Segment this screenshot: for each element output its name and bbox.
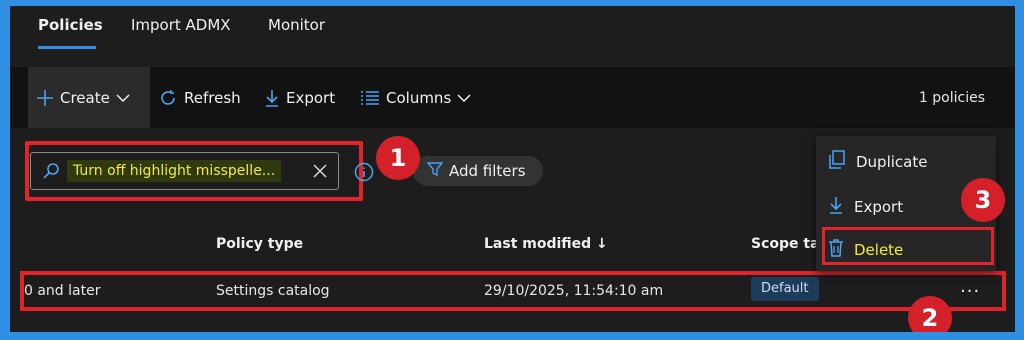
command-toolbar: Create Refresh Export Columns 1 policies bbox=[10, 67, 1015, 128]
add-filters-label: Add filters bbox=[449, 162, 526, 180]
close-icon[interactable] bbox=[312, 163, 328, 183]
annotation-box-row bbox=[20, 271, 1006, 311]
menu-item-label: Export bbox=[854, 198, 904, 216]
step-marker-2: 2 bbox=[908, 296, 952, 332]
download-icon bbox=[828, 195, 844, 219]
duplicate-icon bbox=[828, 150, 846, 174]
refresh-icon bbox=[158, 88, 178, 108]
search-icon bbox=[42, 162, 60, 184]
step-marker-1: 1 bbox=[376, 136, 420, 180]
column-header-last-modified[interactable]: Last modified ↓ bbox=[484, 236, 608, 252]
add-filters-button[interactable]: Add filters bbox=[413, 156, 543, 186]
filter-icon bbox=[426, 162, 444, 180]
refresh-label: Refresh bbox=[184, 88, 241, 107]
export-button[interactable]: Export bbox=[264, 67, 335, 128]
tab-monitor[interactable]: Monitor bbox=[268, 16, 325, 34]
policies-panel: Policies Import ADMX Monitor Create Refr… bbox=[10, 6, 1015, 332]
export-label: Export bbox=[286, 88, 336, 107]
menu-item-duplicate[interactable]: Duplicate bbox=[828, 150, 927, 174]
chevron-down-icon bbox=[457, 89, 471, 107]
plus-icon bbox=[36, 89, 54, 107]
create-label: Create bbox=[60, 88, 110, 107]
refresh-button[interactable]: Refresh bbox=[158, 67, 241, 128]
create-button[interactable]: Create bbox=[28, 67, 150, 128]
step-marker-3: 3 bbox=[961, 178, 1005, 222]
search-input[interactable]: Turn off highlight misspelle... bbox=[30, 152, 339, 190]
columns-icon bbox=[360, 90, 380, 106]
columns-label: Columns bbox=[386, 88, 452, 107]
tab-policies[interactable]: Policies bbox=[38, 16, 103, 34]
policy-count: 1 policies bbox=[918, 89, 985, 106]
chevron-down-icon bbox=[116, 89, 130, 107]
info-icon[interactable] bbox=[354, 162, 374, 186]
tab-import-admx[interactable]: Import ADMX bbox=[131, 16, 231, 34]
column-header-policy-type[interactable]: Policy type bbox=[216, 236, 303, 252]
search-value: Turn off highlight misspelle... bbox=[67, 160, 282, 182]
menu-item-label: Duplicate bbox=[856, 153, 928, 171]
columns-button[interactable]: Columns bbox=[360, 67, 471, 128]
tab-bar: Policies Import ADMX Monitor bbox=[10, 6, 1015, 58]
active-tab-indicator bbox=[38, 46, 96, 49]
download-icon bbox=[264, 88, 280, 108]
annotation-box-delete bbox=[822, 227, 994, 265]
menu-item-export[interactable]: Export bbox=[828, 195, 903, 219]
